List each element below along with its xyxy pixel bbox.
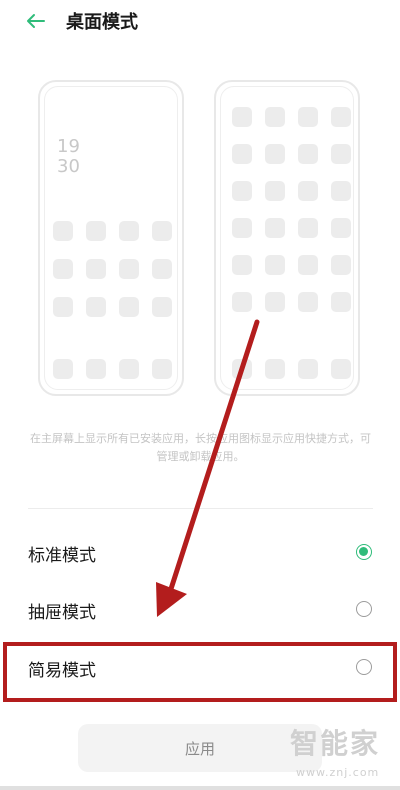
app-icon-placeholder <box>265 218 285 238</box>
option-simple-mode[interactable]: 简易模式 <box>0 640 400 696</box>
back-button[interactable] <box>22 8 52 34</box>
app-icon-placeholder <box>119 297 139 317</box>
app-icon-placeholder <box>298 144 318 164</box>
app-icon-placeholder <box>232 292 252 312</box>
app-icon-placeholder <box>152 221 172 241</box>
app-icon-placeholder <box>232 255 252 275</box>
drawer-mode-preview <box>214 80 360 396</box>
app-icon-placeholder <box>119 259 139 279</box>
app-icon-placeholder <box>119 359 139 379</box>
app-icon-placeholder <box>232 359 252 379</box>
preview-clock: 19 30 <box>57 136 80 177</box>
app-icon-placeholder <box>298 107 318 127</box>
app-icon-placeholder <box>86 359 106 379</box>
app-icon-placeholder <box>232 107 252 127</box>
option-drawer-mode[interactable]: 抽屉模式 <box>0 582 400 638</box>
app-icon-placeholder <box>298 181 318 201</box>
arrow-left-icon <box>27 14 45 28</box>
mode-description: 在主屏幕上显示所有已安装应用，长按应用图标显示应用快捷方式，可管理或卸载应用。 <box>30 432 371 463</box>
divider <box>28 508 373 509</box>
app-icon-placeholder <box>298 218 318 238</box>
radio-unchecked-icon[interactable] <box>356 601 372 617</box>
app-icon-placeholder <box>331 181 351 201</box>
app-icon-placeholder <box>119 221 139 241</box>
option-label: 标准模式 <box>28 546 96 566</box>
app-icon-placeholder <box>53 221 73 241</box>
app-icon-placeholder <box>53 297 73 317</box>
option-standard-mode[interactable]: 标准模式 <box>0 525 400 581</box>
app-icon-placeholder <box>265 144 285 164</box>
app-icon-placeholder <box>265 292 285 312</box>
app-icon-placeholder <box>265 255 285 275</box>
app-icon-placeholder <box>86 221 106 241</box>
app-icon-placeholder <box>53 359 73 379</box>
bottom-edge <box>0 786 400 790</box>
app-icon-placeholder <box>232 218 252 238</box>
watermark-logo: 智能家 <box>290 727 381 760</box>
app-icon-placeholder <box>331 359 351 379</box>
radio-checked-icon[interactable] <box>356 544 372 560</box>
app-icon-placeholder <box>331 218 351 238</box>
app-icon-placeholder <box>298 255 318 275</box>
app-icon-placeholder <box>331 255 351 275</box>
app-icon-placeholder <box>331 107 351 127</box>
app-icon-placeholder <box>53 259 73 279</box>
option-label: 简易模式 <box>28 661 96 681</box>
radio-unchecked-icon[interactable] <box>356 659 372 675</box>
app-icon-placeholder <box>232 144 252 164</box>
app-icon-placeholder <box>86 259 106 279</box>
option-label: 抽屉模式 <box>28 603 96 623</box>
app-icon-placeholder <box>265 359 285 379</box>
app-icon-placeholder <box>265 181 285 201</box>
app-icon-placeholder <box>331 292 351 312</box>
app-icon-placeholder <box>298 359 318 379</box>
header-bar: 桌面模式 <box>0 0 400 44</box>
app-icon-placeholder <box>331 144 351 164</box>
app-icon-placeholder <box>298 292 318 312</box>
drawer-mode-screen <box>220 86 354 390</box>
watermark-url: www.znj.com <box>296 766 380 779</box>
standard-mode-preview: 19 30 <box>38 80 184 396</box>
app-icon-placeholder <box>152 297 172 317</box>
app-icon-placeholder <box>265 107 285 127</box>
page-title: 桌面模式 <box>66 12 138 33</box>
standard-mode-screen: 19 30 <box>44 86 178 390</box>
app-icon-placeholder <box>232 181 252 201</box>
app-icon-placeholder <box>86 297 106 317</box>
app-icon-placeholder <box>152 359 172 379</box>
apply-button[interactable]: 应用 <box>78 724 322 772</box>
apply-button-label: 应用 <box>184 740 215 758</box>
app-icon-placeholder <box>152 259 172 279</box>
